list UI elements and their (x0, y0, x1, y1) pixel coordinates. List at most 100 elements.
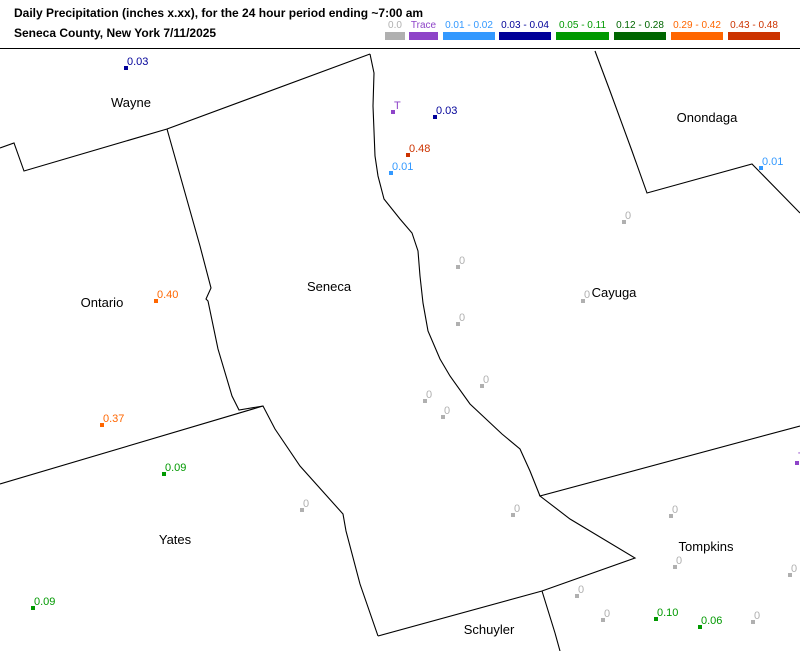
station-value: 0 (754, 610, 760, 622)
station-value: 0 (514, 503, 520, 515)
county-boundary (377, 425, 800, 637)
legend-label: 0.05 - 0.11 (558, 20, 607, 31)
legend-item-0.05-0.11: 0.05 - 0.11 (556, 20, 609, 40)
legend-swatch (671, 32, 723, 40)
county-boundary (0, 405, 379, 637)
station-observation[interactable]: 0 (581, 289, 590, 303)
legend-swatch (443, 32, 495, 40)
station-observation[interactable]: 0.09 (31, 596, 55, 610)
station-observation[interactable]: 0 (423, 389, 432, 403)
station-observation[interactable]: 0 (669, 504, 678, 518)
legend-swatch (614, 32, 666, 40)
station-value: 0.10 (657, 607, 678, 619)
county-boundary (369, 53, 541, 497)
station-value: 0.01 (762, 156, 783, 168)
station-value: 0 (604, 608, 610, 620)
legend-label: 0.29 - 0.42 (673, 20, 721, 31)
station-value: 0.40 (157, 289, 178, 301)
station-observation[interactable]: 0.01 (759, 156, 783, 170)
station-value: 0.01 (392, 161, 413, 173)
legend-swatch (409, 32, 438, 40)
county-boundary (166, 128, 264, 411)
legend-item-0.01-0.02: 0.01 - 0.02 (443, 20, 495, 40)
station-observation[interactable]: 0.37 (100, 413, 124, 427)
county-map[interactable]: Wayne Onondaga Ontario Seneca Cayuga Yat… (0, 49, 800, 651)
map-subtitle: Seneca County, New York 7/11/2025 (14, 26, 217, 40)
county-label-ontario: Ontario (81, 295, 124, 310)
station-value: 0 (791, 563, 797, 575)
county-label-schuyler: Schuyler (464, 622, 515, 637)
station-value: 0.37 (103, 413, 124, 425)
station-observation[interactable]: T (391, 100, 401, 114)
station-observation[interactable]: 0.48 (406, 143, 430, 157)
legend-label: 0.03 - 0.04 (501, 20, 549, 31)
legend-label: Trace (410, 20, 437, 31)
station-value: 0 (303, 498, 309, 510)
station-observation[interactable]: 0 (622, 210, 631, 224)
station-observation[interactable]: 0 (456, 255, 465, 269)
station-observation[interactable]: 0.03 (124, 56, 148, 70)
station-observation[interactable]: 0.09 (162, 462, 186, 476)
station-observation[interactable]: 0 (601, 608, 610, 622)
legend-item-0.12-0.28: 0.12 - 0.28 (614, 20, 666, 40)
county-boundary (541, 590, 561, 651)
station-value: 0 (578, 584, 584, 596)
station-observation[interactable]: 0.10 (654, 607, 678, 621)
station-value: 0 (426, 389, 432, 401)
county-boundary (594, 50, 800, 214)
station-observation[interactable]: 0 (511, 503, 520, 517)
county-label-seneca: Seneca (307, 279, 352, 294)
station-observation[interactable]: 0.06 (698, 615, 722, 629)
station-observation[interactable]: T (795, 451, 800, 465)
map-title: Daily Precipitation (inches x.xx), for t… (14, 6, 424, 20)
station-value: 0.09 (34, 596, 55, 608)
legend-swatch (728, 32, 780, 40)
station-observation[interactable]: 0 (480, 374, 489, 388)
county-label-cayuga: Cayuga (592, 285, 638, 300)
legend-label: 0.01 - 0.02 (445, 20, 493, 31)
legend-item-0.43-0.48: 0.43 - 0.48 (728, 20, 780, 40)
station-observation[interactable]: 0 (673, 555, 682, 569)
legend-swatch (385, 32, 405, 40)
station-value: 0.03 (127, 56, 148, 68)
station-value: 0 (459, 255, 465, 267)
station-value: T (394, 100, 401, 112)
legend-item-trace: Trace (409, 20, 438, 40)
station-observation[interactable]: 0 (575, 584, 584, 598)
legend-label: 0.43 - 0.48 (730, 20, 778, 31)
station-value: 0 (625, 210, 631, 222)
station-observation[interactable]: 0.03 (433, 105, 457, 119)
legend-label: 0.0 (388, 20, 402, 31)
county-boundary (0, 53, 371, 172)
station-observation[interactable]: 0 (788, 563, 797, 577)
station-value: 0 (483, 374, 489, 386)
precipitation-map-app: Daily Precipitation (inches x.xx), for t… (0, 0, 800, 651)
station-observation[interactable]: 0 (441, 405, 450, 419)
legend-label: 0.12 - 0.28 (616, 20, 664, 31)
station-value: 0.06 (701, 615, 722, 627)
legend-item-0.29-0.42: 0.29 - 0.42 (671, 20, 723, 40)
map-header: Daily Precipitation (inches x.xx), for t… (0, 0, 800, 48)
county-label-wayne: Wayne (111, 95, 151, 110)
station-value: 0.09 (165, 462, 186, 474)
county-label-yates: Yates (159, 532, 192, 547)
legend-swatch (499, 32, 551, 40)
station-value: 0 (444, 405, 450, 417)
county-label-onondaga: Onondaga (677, 110, 738, 125)
station-observation[interactable]: 0 (300, 498, 309, 512)
station-observation[interactable]: 0 (751, 610, 760, 624)
station-value: 0 (459, 312, 465, 324)
station-value: 0 (672, 504, 678, 516)
station-observation[interactable]: 0 (456, 312, 465, 326)
station-value: 0.03 (436, 105, 457, 117)
legend-item-zero: 0.0 (385, 20, 405, 40)
county-label-tompkins: Tompkins (679, 539, 734, 554)
legend-item-0.03-0.04: 0.03 - 0.04 (499, 20, 551, 40)
station-observation[interactable]: 0.40 (154, 289, 178, 303)
station-value: 0 (584, 289, 590, 301)
station-observation[interactable]: 0.01 (389, 161, 413, 175)
station-value: 0.48 (409, 143, 430, 155)
map-panel[interactable]: Wayne Onondaga Ontario Seneca Cayuga Yat… (0, 48, 800, 651)
legend-swatch (556, 32, 609, 40)
station-value: 0 (676, 555, 682, 567)
